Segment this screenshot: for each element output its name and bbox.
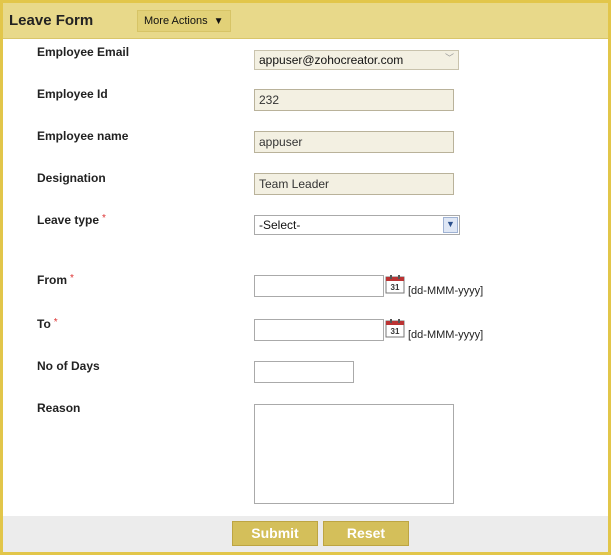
required-mark: * (53, 317, 58, 328)
reason-label: Reason (37, 401, 81, 415)
from-date-format-hint: [dd-MMM-yyyy] (408, 285, 484, 297)
required-mark: * (102, 213, 106, 224)
employee-email-value: appuser@zohocreator.com (259, 53, 404, 67)
leave-type-label: Leave type * (37, 213, 106, 227)
to-label-text: To (37, 317, 51, 331)
leave-type-label-text: Leave type (37, 213, 100, 227)
chevron-down-icon: ▼ (443, 217, 458, 233)
form-title: Leave Form (9, 12, 94, 29)
calendar-day-text: 31 (391, 283, 400, 292)
calendar-icon[interactable]: 31 (385, 274, 405, 294)
calendar-icon[interactable]: 31 (385, 318, 405, 338)
more-actions-button[interactable]: More Actions ▼ (137, 10, 231, 32)
employee-name-label: Employee name (37, 129, 129, 143)
from-label-text: From (37, 273, 67, 287)
from-label: From * (37, 273, 74, 287)
no-of-days-input[interactable] (254, 361, 354, 383)
employee-name-field[interactable]: appuser (254, 131, 454, 153)
employee-email-label: Employee Email (37, 45, 130, 59)
from-date-input[interactable] (254, 275, 384, 297)
designation-label: Designation (37, 171, 106, 185)
to-label: To * (37, 317, 58, 331)
no-of-days-label: No of Days (37, 359, 100, 373)
more-actions-label: More Actions (144, 15, 208, 27)
to-date-input[interactable] (254, 319, 384, 341)
form-header: Leave Form More Actions ▼ (3, 3, 608, 39)
designation-value: Team Leader (259, 177, 330, 191)
chevron-down-icon: ﹀ (444, 53, 454, 63)
employee-email-select[interactable]: appuser@zohocreator.com ﹀ (254, 50, 459, 70)
form-footer: Submit Reset (3, 516, 608, 552)
to-date-format-hint: [dd-MMM-yyyy] (408, 329, 484, 341)
caret-down-icon: ▼ (213, 16, 224, 27)
employee-id-value: 232 (259, 93, 280, 107)
employee-id-label: Employee Id (37, 87, 108, 101)
reset-button[interactable]: Reset (323, 521, 409, 546)
employee-name-value: appuser (259, 135, 303, 149)
leave-type-value: -Select- (259, 218, 301, 232)
leave-type-select[interactable]: -Select- ▼ (254, 215, 460, 235)
leave-form-window: Leave Form More Actions ▼ Employee Email… (0, 0, 611, 555)
submit-button[interactable]: Submit (232, 521, 318, 546)
reason-textarea[interactable] (254, 404, 454, 504)
designation-field[interactable]: Team Leader (254, 173, 454, 195)
employee-id-field[interactable]: 232 (254, 89, 454, 111)
required-mark: * (70, 273, 74, 284)
calendar-day-text: 31 (391, 327, 400, 336)
